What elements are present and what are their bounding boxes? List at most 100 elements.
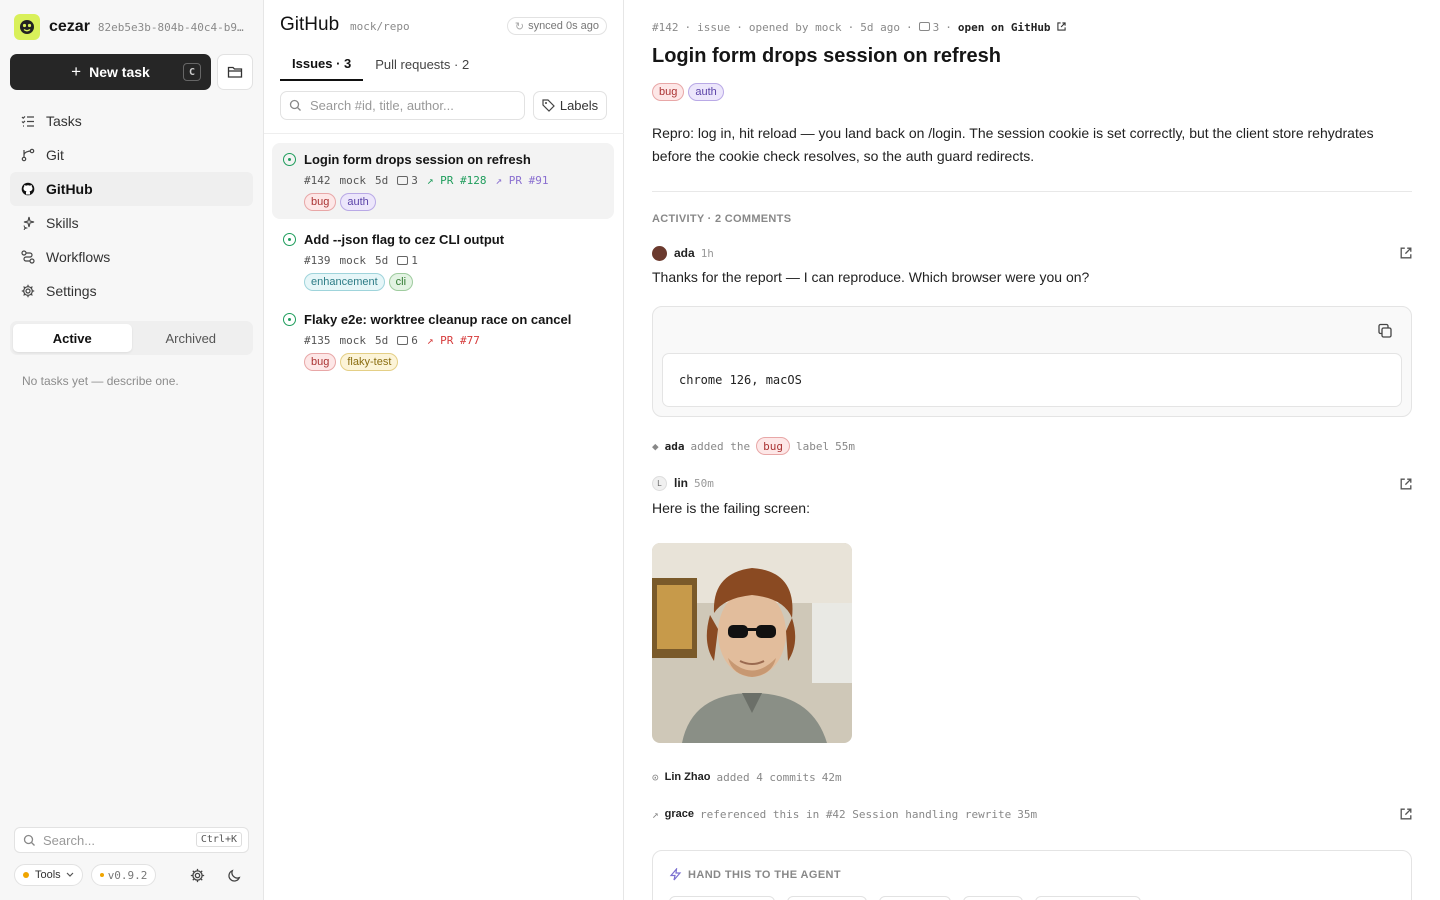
sidebar-search-input[interactable]: Search... Ctrl+K	[14, 827, 249, 853]
linked-pr[interactable]: ↗ PR #91	[495, 174, 548, 187]
agent-options	[669, 896, 1153, 900]
comment-author: lin	[674, 476, 688, 490]
sidebar-header: cezar 82eb5e3b-804b-40c4-b9…	[14, 14, 254, 40]
issue-title: Login form drops session on refresh	[304, 152, 531, 167]
attached-screenshot[interactable]	[652, 543, 852, 743]
list-tabs: Issues · 3 Pull requests · 2	[280, 48, 481, 81]
status-dot	[23, 872, 29, 878]
issue-row[interactable]: Add --json flag to cez CLI output #139 m…	[272, 223, 614, 299]
issue-author: mock	[339, 334, 367, 347]
agent-handoff-title: HAND THIS TO THE AGENT	[688, 868, 842, 881]
comment-body: Here is the failing screen:	[652, 500, 810, 516]
issue-body: Repro: log in, hit reload — you land bac…	[652, 125, 1374, 164]
sidebar-nav: Tasks Git GitHub Skills Workflows Settin…	[10, 104, 253, 308]
issue-age: 5d	[375, 174, 389, 187]
issue-detail-meta: #142 · issue · opened by mock · 5d ago · 3 · …	[652, 21, 1072, 34]
issue-number: #142	[304, 174, 331, 187]
separator: ·	[847, 21, 855, 34]
lightning-icon	[669, 868, 682, 881]
sidebar-item-workflows[interactable]: Workflows	[10, 240, 253, 274]
external-link-icon[interactable]	[1400, 247, 1412, 259]
github-icon	[20, 181, 36, 197]
separator: ·	[684, 21, 692, 34]
comment-count-value: 3	[932, 21, 940, 34]
agent-option-chip[interactable]	[1035, 896, 1141, 900]
sync-status[interactable]: ↻ synced 0s ago	[506, 17, 607, 35]
tab-issues[interactable]: Issues · 3	[280, 48, 364, 81]
comment-count-value: 1	[411, 254, 418, 267]
comment-time: 1h	[700, 246, 714, 260]
comment-header: L lin 50m	[652, 474, 714, 492]
search-shortcut: Ctrl+K	[195, 832, 242, 847]
sidebar-item-label: Skills	[46, 215, 79, 231]
new-task-shortcut: C	[183, 63, 201, 81]
sidebar-item-tasks[interactable]: Tasks	[10, 104, 253, 138]
issue-meta: #135 mock 5d 6 ↗ PR #77	[304, 334, 614, 347]
event-actor: grace	[664, 808, 694, 820]
sidebar-item-skills[interactable]: Skills	[10, 206, 253, 240]
sync-status-label: synced 0s ago	[528, 20, 599, 32]
gear-icon	[20, 283, 36, 299]
issue-tags: bug auth	[652, 83, 728, 101]
linked-pr[interactable]: ↗ PR #77	[427, 334, 480, 347]
tab-archived[interactable]: Archived	[132, 324, 251, 352]
sidebar-item-settings[interactable]: Settings	[10, 274, 253, 308]
labels-label: Labels	[559, 98, 599, 113]
gear-icon[interactable]	[189, 867, 205, 883]
avatar	[652, 245, 667, 261]
issue-row[interactable]: Login form drops session on refresh #142…	[272, 143, 614, 219]
open-issue-icon	[283, 313, 296, 326]
moon-icon[interactable]	[226, 867, 242, 883]
event-actor: Lin Zhao	[664, 771, 711, 783]
agent-option-chip[interactable]	[963, 896, 1023, 900]
issue-age: 5d	[375, 334, 389, 347]
agent-handoff-card: HAND THIS TO THE AGENT	[652, 850, 1412, 900]
issue-title: Login form drops session on refresh	[652, 45, 1001, 67]
event-actor: ada	[664, 439, 685, 453]
separator: ·	[905, 21, 913, 34]
comment-time: 50m	[694, 476, 714, 490]
sidebar-item-git[interactable]: Git	[10, 138, 253, 172]
label-badge: enhancement	[304, 273, 385, 291]
issue-author: mock	[339, 174, 367, 187]
open-issue-icon	[283, 153, 296, 166]
sidebar-item-github[interactable]: GitHub	[10, 172, 253, 206]
tab-active[interactable]: Active	[13, 324, 132, 352]
event-text: added the	[690, 439, 751, 453]
update-dot	[99, 873, 104, 877]
issue-meta: #139 mock 5d 1	[304, 254, 614, 267]
open-folder-button[interactable]	[217, 54, 253, 90]
empty-tasks-message: No tasks yet — describe one.	[22, 374, 179, 388]
issue-tags: bug auth	[304, 193, 614, 211]
copy-icon[interactable]	[1377, 323, 1393, 339]
tools-dropdown[interactable]: Tools	[14, 864, 83, 886]
issue-row[interactable]: Flaky e2e: worktree cleanup race on canc…	[272, 303, 614, 379]
agent-option-chip[interactable]	[787, 896, 867, 900]
tab-pull-requests[interactable]: Pull requests · 2	[363, 48, 481, 81]
list-search-row: Search #id, title, author... Labels	[280, 91, 607, 120]
agent-option-chip[interactable]	[879, 896, 951, 900]
search-icon	[23, 834, 35, 846]
linked-pr[interactable]: ↗ PR #128	[427, 174, 487, 187]
external-link-icon[interactable]	[1400, 808, 1412, 820]
comment-icon	[397, 336, 409, 345]
labels-filter-button[interactable]: Labels	[533, 91, 607, 120]
activity-header: ACTIVITY · 2 COMMENTS	[652, 213, 792, 225]
issue-list-pane: GitHub mock/repo ↻ synced 0s ago Issues …	[264, 0, 624, 900]
external-link-icon	[1057, 22, 1066, 31]
comment-header: ada 1h	[652, 244, 714, 262]
sidebar-item-label: Git	[46, 147, 64, 163]
sidebar-search-placeholder: Search...	[43, 832, 96, 848]
open-on-github-link[interactable]: open on GitHub	[958, 21, 1066, 34]
linked-pr-label: PR #128	[440, 174, 487, 187]
app-logo	[14, 14, 40, 40]
linked-pr-label: PR #91	[508, 174, 549, 187]
issue-number: #139	[304, 254, 331, 267]
divider	[264, 133, 624, 134]
new-task-button[interactable]: + New task C	[10, 54, 211, 90]
event-time: 42m	[821, 770, 842, 784]
agent-option-chip[interactable]	[669, 896, 775, 900]
label-badge: bug	[652, 83, 685, 101]
external-link-icon[interactable]	[1400, 478, 1412, 490]
issue-search-input[interactable]: Search #id, title, author...	[280, 91, 525, 120]
